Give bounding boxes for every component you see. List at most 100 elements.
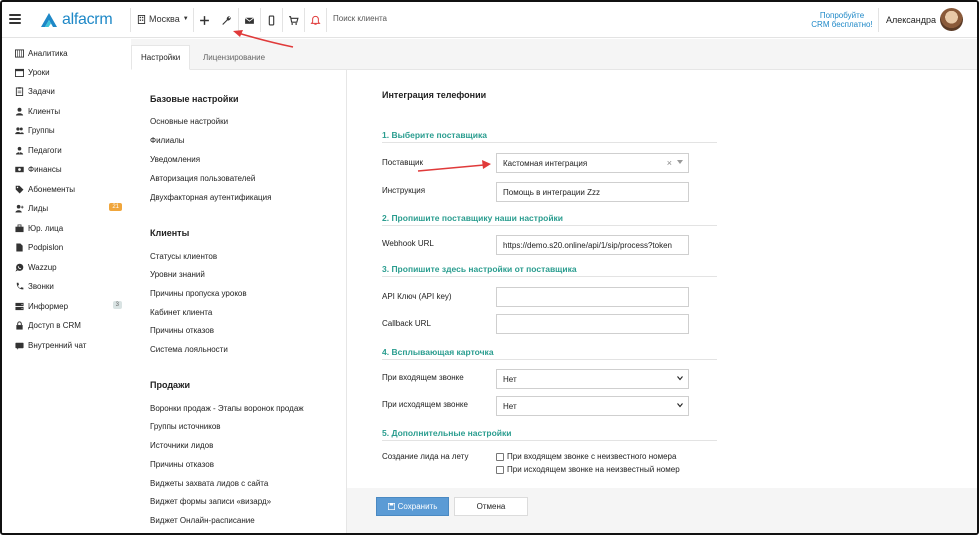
chevron-down-icon: [677, 160, 683, 164]
cart-icon[interactable]: [283, 9, 303, 31]
instruction-label: Инструкция: [382, 186, 426, 195]
page-title: Интеграция телефонии: [382, 90, 487, 100]
checkbox-outgoing-unknown[interactable]: При исходящем звонке на неизвестный номе…: [496, 465, 680, 474]
menu-link[interactable]: Группы источников: [150, 422, 221, 431]
sidebar-item-label: Юр. лица: [28, 223, 64, 233]
menu-link[interactable]: Причины отказов: [150, 326, 214, 335]
sidebar-item-crm-access[interactable]: Доступ в CRM: [14, 318, 124, 332]
sidebar-item-label: Лиды: [28, 203, 49, 213]
menu-link[interactable]: Виджет Онлайн-расписание: [150, 516, 255, 525]
clipboard-icon: [14, 86, 24, 96]
sidebar-item-calls[interactable]: Звонки: [14, 279, 124, 293]
sidebar-item-wazzup[interactable]: Wazzup: [14, 260, 124, 274]
outgoing-value: Нет: [503, 401, 517, 411]
sidebar-item-groups[interactable]: Группы: [14, 123, 124, 137]
save-button[interactable]: Сохранить: [376, 497, 449, 516]
menu-link[interactable]: Двухфакторная аутентификация: [150, 193, 271, 202]
checkbox-label: При исходящем звонке на неизвестный номе…: [507, 465, 680, 474]
menu-link[interactable]: Причины пропуска уроков: [150, 289, 247, 298]
incoming-call-select[interactable]: Нет: [496, 369, 689, 389]
sidebar-item-label: Звонки: [28, 281, 54, 291]
cancel-button[interactable]: Отмена: [454, 497, 528, 516]
save-icon: [387, 503, 395, 510]
instruction-link[interactable]: Помощь в интеграции Zzz: [496, 182, 689, 202]
sidebar: Аналитика Уроки Задачи Клиенты Группы Пе…: [2, 39, 131, 533]
logo[interactable]: alfacrm: [39, 11, 113, 29]
phone-icon[interactable]: [261, 9, 281, 31]
step-heading: 3. Пропишите здесь настройки от поставщи…: [382, 264, 717, 277]
header-divider: [130, 8, 131, 32]
file-icon: [14, 242, 24, 252]
menu-link[interactable]: Основные настройки: [150, 117, 228, 126]
search-input[interactable]: Поиск клиента: [333, 14, 387, 23]
user-icon: [14, 106, 24, 116]
promo-line-2: CRM бесплатно!: [811, 20, 873, 29]
users-icon: [14, 125, 24, 135]
menu-link[interactable]: Воронки продаж - Этапы воронок продаж: [150, 404, 304, 413]
sidebar-item-tasks[interactable]: Задачи: [14, 84, 124, 98]
checkbox-incoming-unknown[interactable]: При входящем звонке с неизвестного номер…: [496, 452, 676, 461]
city-selector[interactable]: Москва ▼: [137, 14, 189, 24]
sidebar-item-leads[interactable]: Лиды 21: [14, 201, 124, 215]
tab-licensing[interactable]: Лицензирование: [194, 45, 274, 70]
menu-link[interactable]: Причины отказов: [150, 460, 214, 469]
wrench-icon[interactable]: [216, 9, 236, 31]
menu-burger-icon[interactable]: [9, 14, 21, 24]
incoming-value: Нет: [503, 374, 517, 384]
api-key-label: API Ключ (API key): [382, 292, 452, 301]
sidebar-item-teachers[interactable]: Педагоги: [14, 143, 124, 157]
settings-menu: Базовые настройки Основные настройки Фил…: [131, 70, 347, 533]
menu-link[interactable]: Филиалы: [150, 136, 185, 145]
provider-select[interactable]: Кастомная интеграция ×: [496, 153, 689, 173]
menu-link[interactable]: Авторизация пользователей: [150, 174, 255, 183]
provider-label: Поставщик: [382, 158, 424, 167]
sidebar-item-legal-entities[interactable]: Юр. лица: [14, 221, 124, 235]
menu-link[interactable]: Источники лидов: [150, 441, 213, 450]
plus-icon[interactable]: [194, 9, 214, 31]
clear-icon[interactable]: ×: [667, 158, 672, 168]
menu-link[interactable]: Уведомления: [150, 155, 200, 164]
tab-settings[interactable]: Настройки: [131, 45, 191, 70]
sidebar-item-podpislon[interactable]: Podpislon: [14, 240, 124, 254]
avatar[interactable]: [940, 8, 963, 31]
webhook-url-field[interactable]: https://demo.s20.online/api/1/sip/proces…: [496, 235, 689, 255]
sidebar-item-label: Педагоги: [28, 145, 62, 155]
lock-icon: [14, 320, 24, 330]
outgoing-call-select[interactable]: Нет: [496, 396, 689, 416]
menu-link[interactable]: Виджет формы записи «визард»: [150, 497, 271, 506]
menu-link[interactable]: Система лояльности: [150, 345, 228, 354]
mail-icon[interactable]: [239, 9, 259, 31]
checkbox[interactable]: [496, 452, 504, 461]
sidebar-item-finance[interactable]: Финансы: [14, 162, 124, 176]
promo-line-1: Попробуйте: [819, 11, 865, 20]
chart-icon: [14, 48, 24, 58]
user-name[interactable]: Александра: [886, 15, 936, 25]
sidebar-item-label: Внутренний чат: [28, 340, 87, 350]
building-icon: [137, 14, 146, 24]
promo-link[interactable]: Попробуйте CRM бесплатно!: [809, 11, 875, 29]
sidebar-item-lessons[interactable]: Уроки: [14, 65, 124, 79]
money-icon: [14, 164, 24, 174]
sidebar-item-informer[interactable]: Информер 3: [14, 299, 124, 313]
incoming-label: При входящем звонке: [382, 373, 464, 382]
sidebar-item-label: Клиенты: [28, 106, 61, 116]
menu-link[interactable]: Кабинет клиента: [150, 308, 212, 317]
chevron-down-icon: [677, 376, 683, 381]
menu-link[interactable]: Статусы клиентов: [150, 252, 217, 261]
menu-link[interactable]: Уровни знаний: [150, 270, 205, 279]
chevron-down-icon: ▼: [182, 16, 189, 22]
phone-icon: [14, 281, 24, 291]
callback-url-input[interactable]: [496, 314, 689, 334]
sidebar-item-label: Wazzup: [28, 262, 57, 272]
api-key-input[interactable]: [496, 287, 689, 307]
sidebar-item-subscriptions[interactable]: Абонементы: [14, 182, 124, 196]
bell-icon[interactable]: [305, 9, 325, 31]
server-icon: [14, 301, 24, 311]
checkbox[interactable]: [496, 465, 504, 474]
sidebar-item-analytics[interactable]: Аналитика: [14, 46, 124, 60]
menu-link[interactable]: Виджеты захвата лидов с сайта: [150, 479, 268, 488]
sidebar-item-internal-chat[interactable]: Внутренний чат: [14, 338, 124, 352]
sidebar-item-clients[interactable]: Клиенты: [14, 104, 124, 118]
whatsapp-icon: [14, 262, 24, 272]
leads-count-badge: 21: [109, 203, 122, 211]
